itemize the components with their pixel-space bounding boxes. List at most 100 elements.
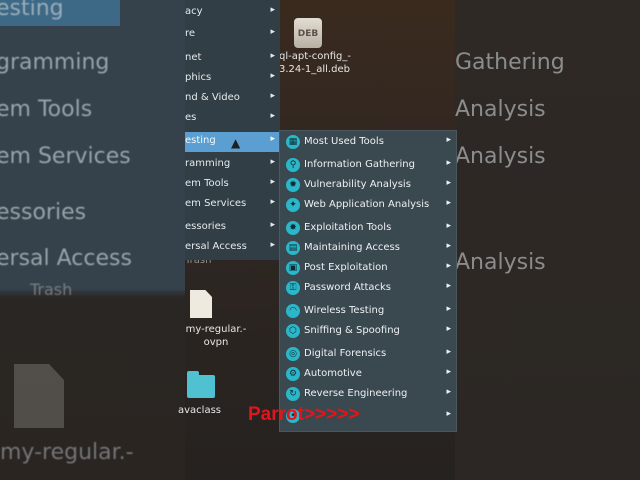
deb-file-icon[interactable]: DEB [294, 18, 322, 48]
fingerprint-icon: ◎ [286, 347, 300, 361]
chevron-right-icon: ▸ [446, 387, 451, 397]
chevron-right-icon: ▸ [270, 134, 275, 144]
grid-icon: ▦ [286, 135, 300, 149]
menu-item-accessories[interactable]: essories ▸ [185, 218, 280, 238]
bug-icon: ✹ [286, 178, 300, 192]
menu-item-label: ramming [185, 158, 231, 169]
chevron-right-icon: ▸ [270, 197, 275, 207]
submenu-item-label: Exploitation Tools [304, 222, 392, 233]
submenu-item-label: Reverse Engineering [304, 388, 408, 399]
video-overlay-caption: Parrot>>>>> [248, 404, 360, 425]
terminal-icon: ▤ [286, 241, 300, 255]
chevron-right-icon: ▸ [446, 324, 451, 334]
chevron-right-icon: ▸ [270, 51, 275, 61]
background-trash-label: Trash [30, 280, 73, 299]
background-label: Gathering [455, 50, 565, 75]
submenu-item-vulnerability-analysis[interactable]: ✹ Vulnerability Analysis ▸ [280, 176, 456, 196]
web-icon: ✦ [286, 198, 300, 212]
menu-item-sound-video[interactable]: nd & Video ▸ [185, 89, 280, 109]
submenu-item-exploitation-tools[interactable]: ✸ Exploitation Tools ▸ [280, 219, 456, 239]
deb-file-label[interactable]: ql-apt-config_- 3.24-1_all.deb [279, 50, 369, 76]
menu-item-label: net [185, 52, 202, 63]
chevron-right-icon: ▸ [446, 261, 451, 271]
menu-item-programming[interactable]: ramming ▸ [185, 155, 280, 175]
menu-item-software[interactable]: re ▸ [185, 25, 280, 45]
submenu-item-label: Sniffing & Spoofing [304, 325, 400, 336]
menu-item-universal-access[interactable]: ersal Access ▸ [185, 238, 280, 258]
network-icon: ⬡ [286, 324, 300, 338]
submenu-item-password-attacks[interactable]: ⚿ Password Attacks ▸ [280, 279, 456, 299]
background-file-label: my-regular.- [0, 440, 134, 465]
submenu-item-label: Maintaining Access [304, 242, 400, 253]
key-icon: ⚿ [286, 281, 300, 295]
submenu-item-information-gathering[interactable]: ⚲ Information Gathering ▸ [280, 156, 456, 176]
chevron-right-icon: ▸ [270, 5, 275, 15]
folder-icon[interactable] [187, 371, 215, 398]
submenu-item-post-exploitation[interactable]: ▣ Post Exploitation ▸ [280, 259, 456, 279]
menu-item-label: em Services [185, 198, 247, 209]
car-icon: ⚙ [286, 367, 300, 381]
submenu-item-wireless-testing[interactable]: ◠ Wireless Testing ▸ [280, 302, 456, 322]
menu-item-label: nd & Video [185, 92, 240, 103]
submenu-item-label: Wireless Testing [304, 305, 385, 316]
gear-icon: ↻ [286, 387, 300, 401]
chevron-right-icon: ▸ [270, 220, 275, 230]
menu-item-privacy[interactable]: acy ▸ [185, 3, 280, 23]
menu-item-label: phics [185, 72, 212, 83]
magnifier-icon: ⚲ [286, 158, 300, 172]
chevron-right-icon: ▸ [446, 198, 451, 208]
menu-item-label: acy [185, 6, 203, 17]
chevron-right-icon: ▸ [270, 157, 275, 167]
chevron-right-icon: ▸ [446, 409, 451, 419]
chevron-right-icon: ▸ [270, 71, 275, 81]
post-icon: ▣ [286, 261, 300, 275]
background-label: esting [0, 0, 64, 21]
menu-item-label: em Tools [185, 178, 229, 189]
ovpn-file-label-line2: ovpn [203, 337, 229, 348]
chevron-right-icon: ▸ [446, 158, 451, 168]
chevron-right-icon: ▸ [270, 240, 275, 250]
submenu-item-sniffing-spoofing[interactable]: ⬡ Sniffing & Spoofing ▸ [280, 322, 456, 342]
chevron-right-icon: ▸ [446, 304, 451, 314]
submenu-item-label: Automotive [304, 368, 362, 379]
background-label: gramming [0, 50, 110, 75]
submenu-item-most-used-tools[interactable]: ▦ Most Used Tools ▸ [280, 133, 456, 153]
chevron-right-icon: ▸ [270, 91, 275, 101]
deb-file-label-line2: 3.24-1_all.deb [279, 64, 350, 75]
chevron-right-icon: ▸ [446, 347, 451, 357]
ovpn-file-label[interactable]: my-regular.- ovpn [176, 323, 256, 349]
pentesting-submenu: ▦ Most Used Tools ▸ ⚲ Information Gathering… [279, 130, 457, 432]
submenu-item-maintaining-access[interactable]: ▤ Maintaining Access ▸ [280, 239, 456, 259]
menu-item-internet[interactable]: net ▸ [185, 49, 280, 69]
background-label: em Tools [0, 97, 93, 122]
submenu-item-reverse-engineering[interactable]: ↻ Reverse Engineering ▸ [280, 385, 456, 405]
background-label: essories [0, 200, 87, 225]
deb-file-label-line1: ql-apt-config_- [279, 51, 351, 62]
background-file-icon [14, 364, 64, 428]
menu-item-graphics[interactable]: phics ▸ [185, 69, 280, 89]
chevron-right-icon: ▸ [446, 135, 451, 145]
submenu-item-label: Web Application Analysis [304, 199, 430, 210]
mouse-cursor-icon: ▲ [231, 136, 241, 150]
submenu-item-label: Information Gathering [304, 159, 415, 170]
chevron-right-icon: ▸ [270, 27, 275, 37]
menu-item-label: es [185, 112, 197, 123]
menu-item-system-services[interactable]: em Services ▸ [185, 195, 280, 215]
submenu-item-digital-forensics[interactable]: ◎ Digital Forensics ▸ [280, 345, 456, 365]
ovpn-file-icon[interactable] [190, 290, 212, 318]
chevron-right-icon: ▸ [446, 241, 451, 251]
menu-item-label: re [185, 28, 196, 39]
submenu-item-web-application-analysis[interactable]: ✦ Web Application Analysis ▸ [280, 196, 456, 216]
screen: esting gramming em Tools em Services ess… [0, 0, 640, 480]
folder-label[interactable]: avaclass [178, 405, 238, 416]
submenu-item-automotive[interactable]: ⚙ Automotive ▸ [280, 365, 456, 385]
ovpn-file-label-line1: my-regular.- [185, 324, 247, 335]
chevron-right-icon: ▸ [270, 177, 275, 187]
background-label: ersal Access [0, 246, 132, 271]
menu-item-system-tools[interactable]: em Tools ▸ [185, 175, 280, 195]
menu-item-label: esting [185, 135, 216, 146]
chevron-right-icon: ▸ [446, 178, 451, 188]
background-label: Analysis [455, 97, 546, 122]
applications-menu: acy ▸ re ▸ net ▸ phics ▸ nd & Video ▸ es ▸ est… [185, 0, 280, 260]
menu-item-games[interactable]: es ▸ [185, 109, 280, 129]
